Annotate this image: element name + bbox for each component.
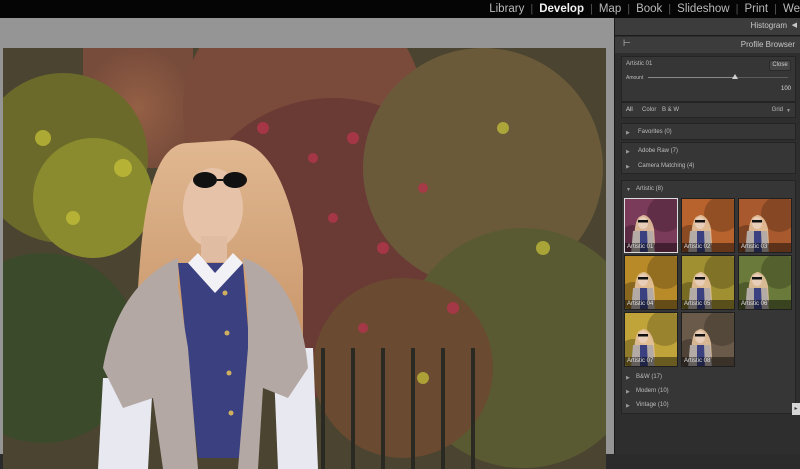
profile-thumbnail-label: Artistic 02 bbox=[682, 243, 734, 252]
profile-thumbnail-label: Artistic 06 bbox=[739, 300, 791, 309]
disclosure-triangle-icon: ▶ bbox=[626, 403, 630, 409]
module-map[interactable]: Map bbox=[593, 3, 627, 15]
filter-all[interactable]: All bbox=[626, 107, 633, 113]
group-label: B&W (17) bbox=[636, 374, 663, 380]
amount-slider-fill bbox=[648, 77, 735, 78]
module-book[interactable]: Book bbox=[630, 3, 668, 15]
portrait-photo-image bbox=[3, 48, 606, 469]
profile-thumbnail[interactable]: Artistic 02 bbox=[681, 198, 735, 253]
profile-thumbnail-label: Artistic 01 bbox=[625, 243, 677, 252]
group-label: Vintage (10) bbox=[636, 402, 669, 408]
module-picker-bar: Library | Develop | Map | Book | Slidesh… bbox=[0, 0, 800, 18]
profile-thumbnail[interactable]: Artistic 04 bbox=[624, 255, 678, 310]
module-picker: Library | Develop | Map | Book | Slidesh… bbox=[483, 0, 800, 18]
profile-thumbnail[interactable]: Artistic 07 bbox=[624, 312, 678, 367]
right-panel: Histogram ◀ ⊢ Profile Browser Artistic 0… bbox=[614, 18, 800, 454]
profile-filter-bar: All Color B & W Grid ▼ bbox=[621, 102, 796, 118]
profile-group-favorites[interactable]: ▶ Favorites (0) bbox=[621, 123, 796, 140]
profile-thumbnail[interactable]: Artistic 08 bbox=[681, 312, 735, 367]
collapse-triangle-icon[interactable]: ◀ bbox=[792, 21, 797, 29]
profile-thumbnail[interactable]: Artistic 01 bbox=[624, 198, 678, 253]
amount-slider-thumb[interactable] bbox=[731, 74, 738, 79]
profile-thumbnail[interactable]: Artistic 03 bbox=[738, 198, 792, 253]
group-label: Artistic (8) bbox=[636, 186, 663, 192]
profile-browser-title: Profile Browser bbox=[740, 40, 795, 49]
profile-group-list: ▶ Adobe Raw (7) ▶ Camera Matching (4) bbox=[621, 142, 796, 174]
profile-browser-header: ⊢ Profile Browser bbox=[615, 37, 800, 53]
disclosure-triangle-icon: ▶ bbox=[626, 375, 630, 381]
group-label: Modern (10) bbox=[636, 388, 669, 394]
profile-group-camera-matching[interactable]: ▶ Camera Matching (4) bbox=[622, 159, 795, 175]
module-develop[interactable]: Develop bbox=[533, 3, 590, 15]
disclosure-open-icon: ▼ bbox=[626, 187, 631, 193]
profile-group-bw[interactable]: ▶ B&W (17) bbox=[622, 371, 795, 385]
group-label: Adobe Raw (7) bbox=[638, 148, 679, 154]
image-canvas[interactable] bbox=[0, 18, 614, 469]
profile-group-vintage[interactable]: ▶ Vintage (10) bbox=[622, 399, 795, 413]
histogram-title: Histogram bbox=[750, 21, 787, 30]
disclosure-triangle-icon: ▶ bbox=[626, 389, 630, 395]
profile-thumbnail-label: Artistic 05 bbox=[682, 300, 734, 309]
profile-thumbnail-label: Artistic 04 bbox=[625, 300, 677, 309]
disclosure-triangle-icon: ▶ bbox=[626, 130, 630, 136]
profile-thumbnail-label: Artistic 08 bbox=[682, 357, 734, 366]
view-dropdown-icon[interactable]: ▼ bbox=[786, 108, 791, 114]
amount-value[interactable]: 100 bbox=[781, 86, 791, 92]
panel-edge-toggle[interactable]: ▸ bbox=[792, 403, 800, 415]
profile-thumbnail-label: Artistic 07 bbox=[625, 357, 677, 366]
profile-thumbnail[interactable]: Artistic 06 bbox=[738, 255, 792, 310]
histogram-header[interactable]: Histogram ◀ bbox=[615, 18, 800, 36]
group-label: Favorites (0) bbox=[638, 129, 672, 135]
disclosure-triangle-icon: ▶ bbox=[626, 149, 630, 155]
group-label: Camera Matching (4) bbox=[638, 163, 695, 169]
filter-bw[interactable]: B & W bbox=[662, 107, 679, 113]
profile-thumbnail-label: Artistic 03 bbox=[739, 243, 791, 252]
photo-preview bbox=[3, 48, 606, 469]
close-button[interactable]: Close bbox=[769, 60, 791, 71]
amount-slider[interactable] bbox=[648, 74, 788, 79]
module-library[interactable]: Library bbox=[483, 3, 530, 15]
filter-color[interactable]: Color bbox=[642, 107, 656, 113]
profile-group-artistic: ▼ Artistic (8) Artistic 01 Artistic 02 Art… bbox=[621, 180, 796, 414]
profile-thumbnail[interactable]: Artistic 05 bbox=[681, 255, 735, 310]
profile-group-adobe-raw[interactable]: ▶ Adobe Raw (7) bbox=[622, 143, 795, 159]
profile-group-artistic-header[interactable]: ▼ Artistic (8) bbox=[622, 181, 795, 197]
view-mode-grid[interactable]: Grid bbox=[772, 107, 783, 113]
module-print[interactable]: Print bbox=[738, 3, 774, 15]
amount-label: Amount bbox=[626, 75, 644, 81]
disclosure-triangle-icon: ▶ bbox=[626, 164, 630, 170]
module-slideshow[interactable]: Slideshow bbox=[671, 3, 735, 15]
current-profile-name: Artistic 01 bbox=[626, 61, 653, 67]
profile-amount-box: Artistic 01 Close Amount 100 bbox=[621, 56, 796, 102]
back-arrow-icon[interactable]: ⊢ bbox=[623, 38, 631, 49]
profile-group-modern[interactable]: ▶ Modern (10) bbox=[622, 385, 795, 399]
module-web[interactable]: We bbox=[777, 3, 800, 15]
